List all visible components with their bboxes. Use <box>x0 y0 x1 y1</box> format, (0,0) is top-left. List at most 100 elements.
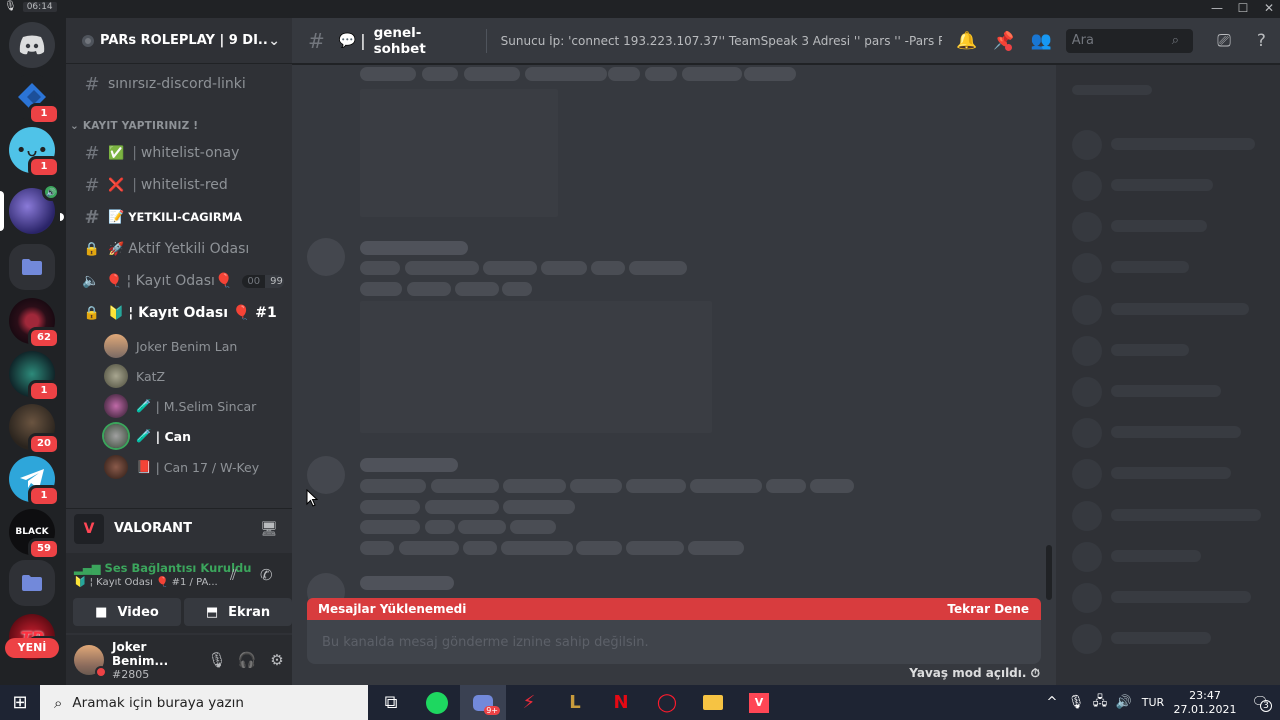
microphone-icon[interactable]: 🎙 <box>202 651 232 669</box>
notifications-icon[interactable]: 🗨3 <box>1240 695 1280 712</box>
user-avatar[interactable] <box>74 645 107 678</box>
retry-button[interactable]: Tekrar Dene <box>947 602 1029 616</box>
clock[interactable]: 23:47 27.01.2021 <box>1170 689 1240 717</box>
noise-suppression-icon[interactable]: ⫽ <box>230 566 237 584</box>
channel-whitelist-red[interactable]: # ❌ | whitelist-red <box>74 170 284 200</box>
voice-user-joker-benim-lan[interactable]: Joker Benim Lan <box>104 332 237 360</box>
stopwatch-icon: ⏱ <box>1030 666 1040 680</box>
unread-badge: 62 <box>28 327 60 349</box>
channel-name: sınırsız-discord-linki <box>108 76 246 92</box>
server-icon-smiley[interactable]: •ᴗ• 1 <box>9 127 60 178</box>
channel-kayit-odasi[interactable]: 🔈 🎈 ¦ Kayıt Odası🎈 00 99 <box>74 266 284 296</box>
channel-topic[interactable]: Sunucu İp: 'connect 193.223.107.37'' Tea… <box>501 34 942 48</box>
voice-user-can[interactable]: 🧪 | Can <box>104 422 191 450</box>
disconnect-call-icon[interactable]: ✆ <box>260 566 273 584</box>
skeleton-avatar <box>1072 583 1102 613</box>
taskbar-search[interactable]: ⌕ <box>40 685 368 720</box>
spotify-icon[interactable] <box>414 685 460 720</box>
headphones-icon[interactable]: 🎧 <box>232 651 262 669</box>
voice-status[interactable]: ▂▄▆ Ses Bağlantısı Kuruldu <box>74 561 251 575</box>
valorant-taskbar-icon[interactable]: V <box>736 685 782 720</box>
chevron-up-icon[interactable]: ^ <box>1040 695 1064 710</box>
server-icon-portrait[interactable]: 20 <box>9 404 60 455</box>
channel-sinirsiz-discord-linki[interactable]: # sınırsız-discord-linki <box>74 69 284 99</box>
unread-badge: 1 <box>28 485 60 507</box>
notification-bell-icon[interactable]: 🔔 <box>948 31 985 51</box>
network-icon[interactable]: 🖧 <box>1088 692 1112 714</box>
skeleton-line <box>360 67 416 81</box>
server-boost-icon <box>82 34 94 47</box>
skeleton-line <box>458 520 506 534</box>
league-of-legends-icon[interactable]: L <box>552 685 598 720</box>
voice-user-m-selim-sincar[interactable]: 🧪 | M.Selim Sincar <box>104 392 256 420</box>
skeleton-line <box>503 479 566 493</box>
settings-gear-icon[interactable]: ⚙ <box>262 651 292 669</box>
video-button[interactable]: ■ Video <box>73 598 181 626</box>
home-button[interactable] <box>9 22 55 68</box>
channel-name: whitelist-onay <box>140 145 240 161</box>
server-folder-2[interactable] <box>9 560 55 606</box>
skeleton-line <box>463 541 497 555</box>
file-explorer-icon[interactable] <box>690 685 736 720</box>
netflix-icon[interactable]: N <box>598 685 644 720</box>
skeleton-line <box>682 67 742 81</box>
message-input[interactable] <box>322 634 1026 650</box>
game-name: VALORANT <box>114 521 192 536</box>
camera-icon: ■ <box>95 604 108 620</box>
server-header[interactable]: PARs ROLEPLAY | 9 DI... ⌄ <box>66 18 292 64</box>
channel-aktif-yetkili-odasi[interactable]: 🔒 🚀 Aktif Yetkili Odası <box>74 234 284 264</box>
username: Joker Benim... <box>112 639 169 668</box>
server-icon-black[interactable]: BLACK 59 <box>9 509 60 560</box>
rocket-emoji-icon: 🚀 <box>108 241 125 257</box>
search-input[interactable] <box>1071 33 1172 48</box>
opera-icon[interactable]: ◯ <box>644 685 690 720</box>
voice-location[interactable]: 🔰 ¦ Kayıt Odası 🎈 #1 / PA... <box>74 577 218 588</box>
help-icon[interactable]: ? <box>1243 31 1280 51</box>
mouse-cursor-icon <box>306 489 318 507</box>
language-indicator[interactable]: TUR <box>1136 696 1170 709</box>
server-icon-pars-roleplay[interactable]: 🔊 <box>0 183 60 234</box>
skeleton-line <box>810 479 854 493</box>
voice-user-can-17-w-key[interactable]: 📕 | Can 17 / W-Key <box>104 453 259 481</box>
scrollbar-thumb[interactable] <box>1046 545 1052 600</box>
volume-icon[interactable]: 🔊 <box>1112 695 1136 710</box>
voice-user-name: | M.Selim Sincar <box>155 398 257 414</box>
red-bolt-app-icon[interactable]: ⚡ <box>506 685 552 720</box>
windows-start-icon[interactable]: ⊞ <box>0 692 40 713</box>
search-icon: ⌕ <box>1171 33 1180 48</box>
skeleton-line <box>464 67 520 81</box>
monitor-icon[interactable]: 🖥 <box>260 521 278 537</box>
signal-icon: ▂▄▆ <box>74 561 105 575</box>
message-composer <box>307 620 1041 664</box>
channel-yetkili-cagirma[interactable]: # 📝 YETKILI-CAGIRMA <box>60 202 284 232</box>
server-icon-telegram[interactable]: 1 <box>9 456 60 507</box>
skeleton-line <box>483 261 537 275</box>
server-icon-blue-arrow[interactable]: 1 <box>9 74 60 125</box>
inbox-icon[interactable]: ⎚ <box>1205 31 1242 51</box>
channel-whitelist-onay[interactable]: # ✅ | whitelist-onay <box>74 138 284 168</box>
game-activity: V VALORANT 🖥 <box>66 508 292 548</box>
search-box[interactable]: ⌕ <box>1065 28 1194 53</box>
unread-badge: 59 <box>28 538 60 560</box>
channel-kayit-odasi-1[interactable]: 🔒 🔰 ¦ Kayıt Odası 🎈 #1 <box>74 298 284 328</box>
member-list <box>1056 65 1280 685</box>
pinned-messages-icon[interactable]: 📌 <box>985 31 1022 51</box>
skeleton-line <box>360 500 420 514</box>
close-button[interactable]: ✕ <box>1256 0 1280 18</box>
discord-taskbar-icon[interactable]: 9+ <box>460 685 506 720</box>
system-tray: ^ 🎙 🖧 🔊 TUR 23:47 27.01.2021 🗨3 <box>1040 685 1280 720</box>
server-folder-1[interactable] <box>9 244 55 290</box>
category-kayit-yaptiriniz[interactable]: ⌄ KAYIT YAPTIRINIZ ! <box>70 120 198 132</box>
task-view-icon[interactable]: ⧉ <box>368 685 414 720</box>
voice-user-katz[interactable]: KatZ <box>104 362 165 390</box>
discord-logo-icon <box>19 35 45 55</box>
new-unreads-pill[interactable]: YENİ <box>5 638 59 658</box>
minimize-button[interactable]: — <box>1204 0 1230 18</box>
microphone-tray-icon[interactable]: 🎙 <box>1064 695 1088 710</box>
screen-share-button[interactable]: ⬒ Ekran <box>184 598 292 626</box>
server-icon-red-circle[interactable]: 62 <box>9 298 60 349</box>
maximize-button[interactable]: ☐ <box>1230 0 1256 18</box>
server-icon-green-statue[interactable]: 1 <box>9 351 60 402</box>
member-list-icon[interactable]: 👥 <box>1022 31 1059 51</box>
taskbar-search-input[interactable] <box>72 694 244 711</box>
